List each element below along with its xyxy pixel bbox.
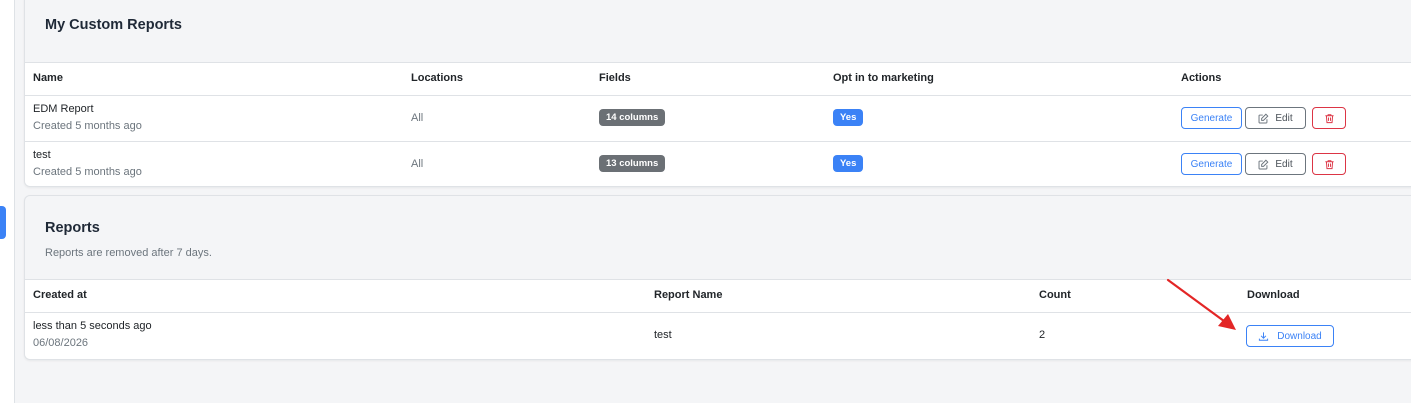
delete-button[interactable] bbox=[1312, 107, 1346, 129]
reports-header-row: Created at Report Name Count Download bbox=[25, 280, 1411, 313]
fields-count-badge: 14 columns bbox=[599, 109, 666, 126]
column-header-opt-in: Opt in to marketing bbox=[833, 72, 934, 84]
delete-button[interactable] bbox=[1312, 153, 1346, 175]
table-row: less than 5 seconds ago 06/08/2026 test … bbox=[25, 313, 1411, 358]
fields-count-badge: 13 columns bbox=[599, 155, 666, 172]
download-button[interactable]: Download bbox=[1246, 325, 1334, 347]
report-count: 2 bbox=[1039, 329, 1046, 341]
opt-in-badge: Yes bbox=[833, 155, 864, 172]
custom-reports-table: Name Locations Fields Opt in to marketin… bbox=[25, 62, 1411, 186]
column-header-count: Count bbox=[1039, 289, 1071, 301]
column-header-name: Name bbox=[33, 72, 63, 84]
opt-in-badge: Yes bbox=[833, 109, 864, 126]
report-created: Created 5 months ago bbox=[33, 120, 142, 132]
download-icon bbox=[1259, 331, 1269, 341]
generate-button[interactable]: Generate bbox=[1181, 153, 1242, 175]
pencil-square-icon bbox=[1258, 113, 1269, 123]
reports-card: Reports Reports are removed after 7 days… bbox=[24, 195, 1411, 360]
trash-icon bbox=[1324, 113, 1334, 123]
custom-reports-header-row: Name Locations Fields Opt in to marketin… bbox=[25, 63, 1411, 96]
report-name: test bbox=[33, 149, 51, 161]
generate-button[interactable]: Generate bbox=[1181, 107, 1242, 129]
reports-title: Reports bbox=[45, 220, 100, 236]
created-date: 06/08/2026 bbox=[33, 337, 89, 349]
report-locations: All bbox=[411, 112, 424, 124]
column-header-fields: Fields bbox=[599, 72, 631, 84]
report-name: EDM Report bbox=[33, 103, 94, 115]
trash-icon bbox=[1324, 159, 1334, 169]
edit-button[interactable]: Edit bbox=[1245, 153, 1306, 175]
sidebar-active-tab[interactable] bbox=[0, 206, 6, 239]
column-header-actions: Actions bbox=[1181, 72, 1222, 84]
column-header-download: Download bbox=[1247, 289, 1300, 301]
pencil-square-icon bbox=[1258, 159, 1269, 169]
reports-table: Created at Report Name Count Download le… bbox=[25, 279, 1411, 359]
edit-button-label: Edit bbox=[1275, 158, 1293, 170]
report-name: test bbox=[654, 329, 672, 341]
created-relative: less than 5 seconds ago bbox=[33, 320, 152, 332]
column-header-created-at: Created at bbox=[33, 289, 87, 301]
table-row: EDM Report Created 5 months ago All 14 c… bbox=[25, 96, 1411, 142]
edit-button-label: Edit bbox=[1275, 112, 1293, 124]
column-header-locations: Locations bbox=[411, 72, 463, 84]
custom-reports-title: My Custom Reports bbox=[45, 17, 182, 33]
left-sidebar-rail bbox=[0, 0, 15, 403]
report-created: Created 5 months ago bbox=[33, 166, 142, 178]
custom-reports-card: My Custom Reports Name Locations Fields … bbox=[24, 0, 1411, 187]
report-locations: All bbox=[411, 158, 424, 170]
table-row: test Created 5 months ago All 13 columns… bbox=[25, 142, 1411, 186]
edit-button[interactable]: Edit bbox=[1245, 107, 1306, 129]
column-header-report-name: Report Name bbox=[654, 289, 723, 301]
reports-subtitle: Reports are removed after 7 days. bbox=[45, 247, 212, 259]
download-button-label: Download bbox=[1277, 330, 1322, 342]
